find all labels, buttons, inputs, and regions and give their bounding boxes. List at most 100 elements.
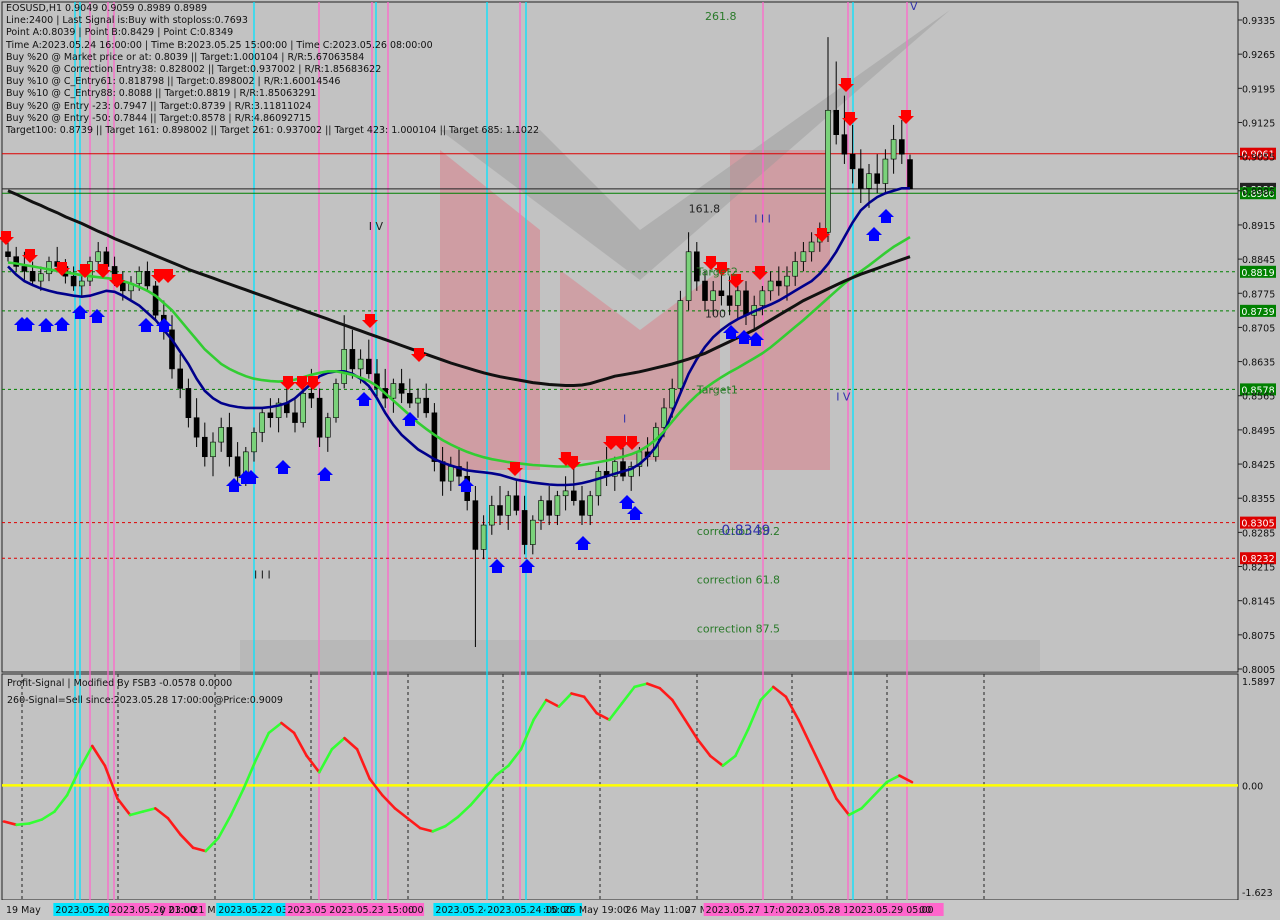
candle-body (472, 500, 479, 550)
time-label: 00 (919, 905, 931, 916)
candle-body (316, 397, 323, 438)
chart-annotation: I I I (254, 569, 271, 582)
time-axis: 19 May 2023.05.20 01:002023.05.20 21:00y … (6, 903, 944, 916)
candle-body (423, 397, 430, 414)
candle-body (46, 261, 52, 275)
osc-tick-label: 0.00 (1242, 781, 1263, 792)
candle-body (136, 271, 142, 284)
candle-body (882, 158, 889, 184)
info-line: Buy %20 @ Entry -23: 0.7947 || Target:0.… (6, 100, 312, 112)
candle-body (251, 432, 257, 453)
candle-body (144, 271, 151, 287)
candle-body (677, 300, 684, 389)
time-label: 2023.05.23 15:00 (329, 905, 414, 916)
info-line: Buy %10 @ C_Entry61: 0.818798 || Target:… (6, 76, 341, 88)
candle-body (300, 392, 307, 423)
candle-body (497, 505, 503, 516)
candle-body (784, 275, 790, 287)
candle-body (447, 466, 454, 482)
oscillator-segment (15, 822, 31, 827)
info-line: EOSUSD,H1 0.9049 0.9059 0.8989 0.8989 (6, 3, 208, 14)
candle-body (669, 388, 676, 409)
candle-body (685, 251, 692, 301)
chart-annotation: I V (369, 220, 384, 233)
level-tag-label: 0.8739 (1241, 307, 1274, 318)
candle-body (570, 490, 577, 501)
oscillator-signal: 260-Signal=Sell since:2023.05.28 17:00:0… (7, 695, 283, 706)
info-line: Line:2400 | Last Signal is:Buy with stop… (6, 15, 248, 27)
time-label: 2023.05.27 17:00 (706, 905, 791, 916)
candle-body (21, 266, 28, 272)
candle-body (808, 241, 815, 253)
chart-annotation: correction 61.8 (697, 574, 780, 587)
candle-body (341, 349, 348, 384)
time-label: 2023.05.24 (435, 905, 489, 916)
candle-body (792, 261, 799, 277)
candle-body (775, 280, 782, 287)
candle-body (529, 519, 536, 545)
y-tick-label: 0.8775 (1242, 289, 1275, 300)
candle-body (505, 495, 512, 516)
candle-body (710, 290, 717, 301)
time-label: :00 (408, 905, 423, 916)
candle-body (595, 471, 602, 497)
chart-annotation: correction 87.5 (697, 622, 780, 635)
candle-body (390, 383, 397, 399)
candle-body (349, 349, 356, 370)
time-label: 2023.05.24 15:00 (487, 905, 572, 916)
candle-body (218, 427, 224, 443)
osc-tick-label: 1.5897 (1242, 677, 1275, 688)
candle-body (267, 412, 274, 418)
candle-body (5, 251, 11, 257)
candle-body (890, 139, 897, 160)
candle-body (415, 397, 421, 404)
candle-body (29, 271, 36, 282)
info-line: Target100: 0.8739 || Target 161: 0.89800… (6, 125, 540, 137)
candle-body (800, 251, 807, 262)
y-tick-label: 0.8635 (1242, 358, 1275, 369)
candle-body (849, 153, 856, 170)
candle-body (308, 392, 315, 399)
time-label: 19 May (6, 905, 41, 916)
info-line: Point A:0.8039 | Point B:0.8429 | Point … (6, 27, 234, 39)
chart-annotation: Target1 (696, 383, 738, 396)
logo-wordmark (240, 640, 1040, 672)
candle-body (759, 290, 766, 306)
candle-body (480, 524, 487, 550)
chart-annotation: I V (836, 391, 851, 404)
y-tick-label: 0.8355 (1242, 494, 1275, 505)
y-tick-label: 0.8285 (1242, 528, 1275, 539)
candle-body (226, 427, 233, 458)
candle-body (210, 441, 216, 458)
candle-body (743, 290, 749, 316)
info-line: Buy %20 @ Entry -50: 0.7844 || Target:0.… (6, 112, 312, 124)
info-line: Time A:2023.05.24 16:00:00 | Time B:2023… (6, 39, 433, 51)
candle-body (874, 173, 881, 184)
candle-body (898, 139, 905, 155)
candle-body (554, 495, 561, 516)
candle-body (857, 168, 864, 189)
candle-body (841, 134, 848, 155)
candle-body (185, 388, 192, 418)
candle-body (562, 490, 569, 497)
candle-body (718, 290, 725, 297)
time-label: :00 (543, 905, 558, 916)
candle-body (406, 392, 413, 404)
y-tick-label: 0.9195 (1242, 84, 1275, 95)
time-label: 2023.05.28 1 (786, 905, 849, 916)
y-tick-label: 0.8705 (1242, 323, 1275, 334)
candle-body (767, 280, 774, 292)
candle-body (37, 273, 44, 282)
y-tick-label: 0.8985 (1242, 187, 1275, 198)
candle-body (833, 109, 840, 135)
candle-body (546, 500, 553, 516)
oscillator-title: Profit-Signal | Modified By FSB3 -0.0578… (7, 678, 233, 689)
y-tick-label: 0.9125 (1242, 118, 1275, 129)
candle-body (152, 285, 159, 316)
y-tick-label: 0.9265 (1242, 50, 1275, 61)
candle-body (513, 495, 520, 511)
y-tick-label: 0.8005 (1242, 665, 1275, 676)
candle-body (702, 280, 708, 301)
y-tick-label: 0.8495 (1242, 426, 1275, 437)
candle-body (726, 295, 733, 306)
